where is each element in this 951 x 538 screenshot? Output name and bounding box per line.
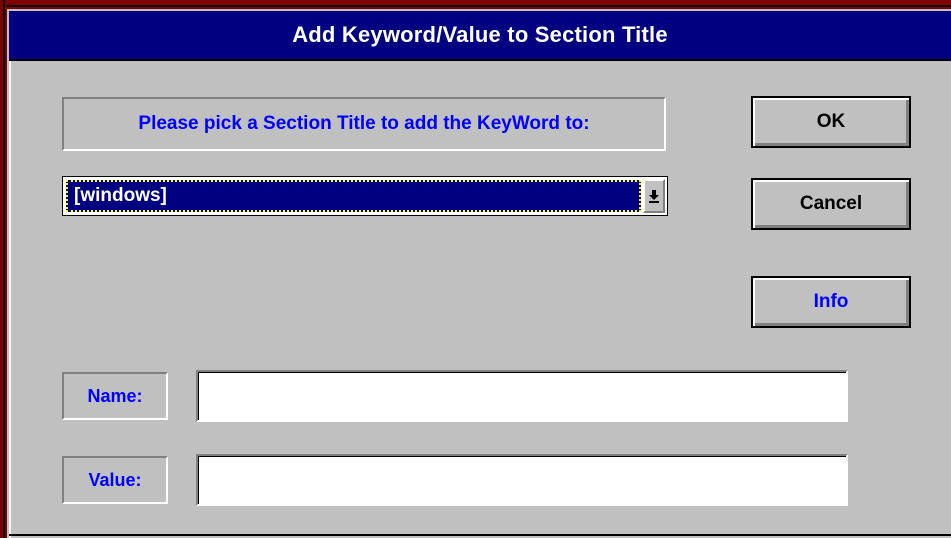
cancel-button[interactable]: Cancel: [751, 178, 911, 230]
window-frame-left: [0, 0, 7, 538]
window-frame-top: [0, 0, 951, 9]
title-bar[interactable]: Add Keyword/Value to Section Title: [9, 11, 951, 61]
ok-button[interactable]: OK: [751, 96, 911, 148]
value-field[interactable]: [196, 454, 848, 506]
name-field[interactable]: [196, 370, 848, 422]
name-label: Name:: [62, 372, 168, 420]
window-frame-top-line: [0, 5, 951, 7]
dropdown-button[interactable]: [643, 179, 665, 213]
section-title-dropdown[interactable]: [windows]: [62, 176, 668, 216]
window-frame-bottom-line: [9, 534, 951, 536]
value-label: Value:: [62, 456, 168, 504]
info-button[interactable]: Info: [751, 276, 911, 328]
dropdown-arrow-icon: [649, 190, 659, 203]
section-prompt-label: Please pick a Section Title to add the K…: [62, 97, 666, 151]
section-title-selected[interactable]: [windows]: [66, 180, 641, 212]
dialog-window: Add Keyword/Value to Section Title Pleas…: [0, 0, 951, 538]
window-frame-left-line: [3, 0, 5, 538]
window-title: Add Keyword/Value to Section Title: [292, 22, 668, 47]
